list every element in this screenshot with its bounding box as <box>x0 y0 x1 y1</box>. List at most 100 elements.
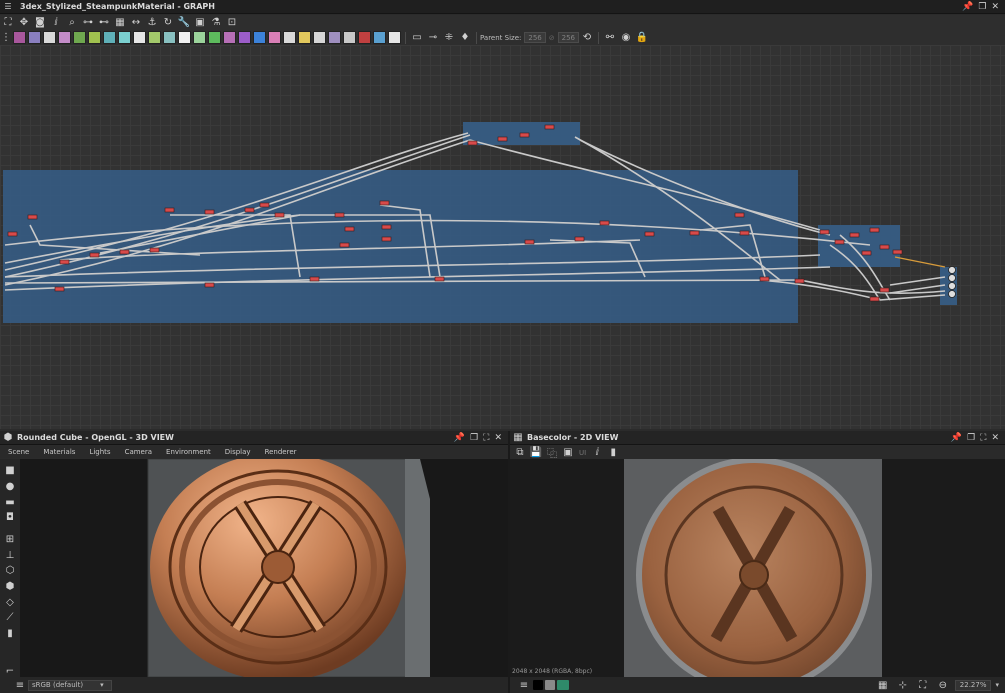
zoom-icon[interactable]: ⌕ <box>65 16 79 30</box>
node-library-swatch[interactable] <box>298 31 311 44</box>
shape-icon[interactable]: ⬡ <box>3 565 17 577</box>
graph-node[interactable] <box>89 252 100 258</box>
graph-node[interactable] <box>334 212 345 218</box>
histogram-icon[interactable]: ▮ <box>606 446 620 460</box>
duplicate-icon[interactable]: ⿻ <box>545 446 559 460</box>
publish-icon[interactable]: ▣ <box>193 16 207 30</box>
split-icon[interactable]: ⊷ <box>97 16 111 30</box>
graph-node[interactable] <box>689 230 700 236</box>
checker-bg-swatch[interactable] <box>557 680 569 690</box>
refresh-icon[interactable]: ↻ <box>161 16 175 30</box>
graph-node[interactable] <box>497 136 508 142</box>
video-camera-icon[interactable]: ■ <box>3 465 17 477</box>
graph-node[interactable] <box>519 132 530 138</box>
frame-view-icon[interactable]: ⊞ <box>3 534 17 546</box>
light-icon[interactable]: ● <box>3 481 17 493</box>
close-icon[interactable]: ✕ <box>991 2 999 12</box>
node-library-swatch[interactable] <box>373 31 386 44</box>
graph-node[interactable] <box>849 232 860 238</box>
graph-node[interactable] <box>869 227 880 233</box>
frame-icon[interactable]: ⊡ <box>225 16 239 30</box>
axis-icon[interactable]: ⊥ <box>3 549 17 561</box>
node-library-swatch[interactable] <box>268 31 281 44</box>
screenshot-icon[interactable]: ◘ <box>3 512 17 524</box>
tiling-icon[interactable]: ⊹ <box>896 678 910 692</box>
pin-icon[interactable]: 📌 <box>951 433 962 443</box>
graph-node[interactable] <box>381 224 392 230</box>
graph-node[interactable] <box>734 212 745 218</box>
graph-node[interactable] <box>339 242 350 248</box>
graph-node[interactable] <box>54 286 65 292</box>
graph-node[interactable] <box>819 229 830 235</box>
graph-node[interactable] <box>344 226 355 232</box>
bulb-icon[interactable]: ◉ <box>619 31 633 45</box>
graph-node[interactable] <box>574 236 585 242</box>
graph-node[interactable] <box>599 220 610 226</box>
node-library-swatch[interactable] <box>178 31 191 44</box>
info-icon[interactable]: ⅈ <box>590 446 604 460</box>
flask-icon[interactable]: ⚗ <box>209 16 223 30</box>
node-library-swatch[interactable] <box>238 31 251 44</box>
graph-node[interactable] <box>467 140 478 146</box>
link-icon[interactable]: ⊘ <box>549 34 555 42</box>
node-library-swatch[interactable] <box>328 31 341 44</box>
menu-environment[interactable]: Environment <box>166 448 211 456</box>
grid-icon[interactable]: ▦ <box>113 16 127 30</box>
node-library-swatch[interactable] <box>43 31 56 44</box>
graph-node[interactable] <box>892 249 903 255</box>
node-library-swatch[interactable] <box>118 31 131 44</box>
info-icon[interactable]: ⅈ <box>49 16 63 30</box>
tiling-select[interactable]: UI <box>579 449 586 457</box>
frame-all-icon[interactable]: ⛶ <box>1 16 15 30</box>
restore-icon[interactable]: ❐ <box>978 2 986 12</box>
layers-icon[interactable]: ≡ <box>517 678 531 692</box>
graph-node[interactable] <box>379 200 390 206</box>
grid-view-icon[interactable]: ▦ <box>876 678 890 692</box>
pin-icon[interactable]: 📌 <box>962 2 973 12</box>
graph-node[interactable] <box>834 239 845 245</box>
graph-node[interactable] <box>27 214 38 220</box>
menu-materials[interactable]: Materials <box>43 448 75 456</box>
node-library-swatch[interactable] <box>73 31 86 44</box>
graph-node[interactable] <box>59 259 70 265</box>
graph-node[interactable] <box>861 250 872 256</box>
node-library-swatch[interactable] <box>283 31 296 44</box>
dot-icon[interactable]: ⁜ <box>442 31 456 45</box>
graph-node[interactable] <box>544 124 555 130</box>
graph-node[interactable] <box>524 239 535 245</box>
fit-icon[interactable]: ⛶ <box>916 678 930 692</box>
node-library-swatch[interactable] <box>253 31 266 44</box>
graph-node[interactable] <box>204 209 215 215</box>
menu-scene[interactable]: Scene <box>8 448 29 456</box>
graph-node[interactable] <box>869 296 880 302</box>
parent-size-height-select[interactable]: 256 <box>557 32 579 43</box>
graph-node[interactable] <box>794 278 805 284</box>
graph-node[interactable] <box>739 230 750 236</box>
tangent-icon[interactable]: ⟋ <box>3 612 17 624</box>
save-icon[interactable]: 💾 <box>529 446 543 460</box>
channels-icon[interactable]: ▣ <box>561 446 575 460</box>
node-library-swatch[interactable] <box>88 31 101 44</box>
close-icon[interactable]: ✕ <box>991 433 999 443</box>
move-icon[interactable]: ✥ <box>17 16 31 30</box>
graph-node[interactable] <box>434 276 445 282</box>
graph-node[interactable] <box>879 244 890 250</box>
maximize-icon[interactable]: ⛶ <box>980 433 986 443</box>
colorspace-tool-icon[interactable]: ⌐ <box>3 665 17 677</box>
anchor-icon[interactable]: ⚓ <box>145 16 159 30</box>
node-link-icon[interactable]: ⊶ <box>81 16 95 30</box>
chain-icon[interactable]: ⚯ <box>603 31 617 45</box>
menu-camera[interactable]: Camera <box>125 448 152 456</box>
node-library-swatch[interactable] <box>343 31 356 44</box>
connect-icon[interactable]: ↔ <box>129 16 143 30</box>
node-library-swatch[interactable] <box>193 31 206 44</box>
node-library-swatch[interactable] <box>148 31 161 44</box>
lock-icon[interactable]: 🔒 <box>635 31 649 45</box>
wrench-icon[interactable]: 🔧 <box>177 16 191 30</box>
menu-lights[interactable]: Lights <box>89 448 110 456</box>
node-library-swatch[interactable] <box>313 31 326 44</box>
node-library-swatch[interactable] <box>28 31 41 44</box>
gray-bg-swatch[interactable] <box>545 680 555 690</box>
graph-node[interactable] <box>381 236 392 242</box>
graph-node[interactable] <box>274 212 285 218</box>
